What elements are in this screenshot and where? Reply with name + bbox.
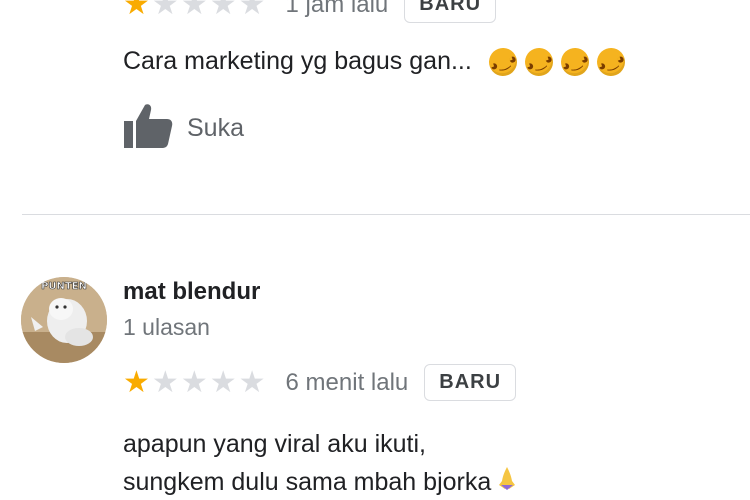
rolling-on-floor-laughing-icon: ◕‿◕: [556, 44, 593, 81]
like-label: Suka: [187, 114, 244, 142]
review-1-time: 1 jam lalu: [285, 0, 389, 18]
reviewer-avatar[interactable]: PUNTEN: [21, 277, 107, 363]
review-1-text-block: Cara marketing yg bagus gan... ◕‿◕ ◕‿◕ ◕…: [123, 42, 629, 81]
star-empty-icon: ★: [209, 365, 237, 399]
star-empty-icon: ★: [180, 0, 208, 21]
reviewer-name[interactable]: mat blendur: [123, 278, 260, 306]
reviewer-review-count[interactable]: 1 ulasan: [123, 314, 210, 341]
review-2-text-line-2: sungkem dulu sama mbah bjorka: [123, 468, 492, 496]
star-empty-icon: ★: [151, 365, 179, 399]
reviews-panel: ★ ★ ★ ★ ★ 1 jam lalu BARU Cara marketing…: [0, 0, 750, 500]
thumbs-up-icon: [123, 103, 173, 154]
star-filled-icon: ★: [123, 365, 150, 399]
rolling-on-floor-laughing-icon: ◕‿◕: [520, 44, 557, 81]
review-2-star-rating: ★ ★ ★ ★ ★: [123, 365, 266, 399]
rolling-on-floor-laughing-icon: ◕‿◕: [484, 44, 521, 81]
review-1-rating-row: ★ ★ ★ ★ ★ 1 jam lalu BARU: [123, 0, 497, 23]
folded-hands-icon: [497, 464, 517, 500]
review-1-star-rating: ★ ★ ★ ★ ★: [123, 0, 266, 20]
review-2-rating-row: ★ ★ ★ ★ ★ 6 menit lalu BARU: [123, 364, 517, 401]
star-empty-icon: ★: [151, 0, 179, 21]
star-empty-icon: ★: [238, 365, 266, 399]
star-empty-icon: ★: [238, 0, 266, 21]
review-2-text-line-2-block: sungkem dulu sama mbah bjorka: [123, 463, 517, 500]
review-1-text: Cara marketing yg bagus gan...: [123, 47, 472, 75]
review-2-new-badge: BARU: [424, 364, 517, 401]
review-2-text-line-1: apapun yang viral aku ikuti,: [123, 430, 426, 458]
star-empty-icon: ★: [180, 365, 208, 399]
review-2-time: 6 menit lalu: [285, 368, 409, 396]
review-1-like-button[interactable]: Suka: [123, 103, 244, 154]
review-divider: [22, 214, 750, 215]
rolling-on-floor-laughing-icon: ◕‿◕: [592, 44, 629, 81]
review-1-emoji-row: ◕‿◕ ◕‿◕ ◕‿◕ ◕‿◕: [484, 44, 629, 81]
star-filled-icon: ★: [123, 0, 150, 21]
avatar-caption: PUNTEN: [41, 281, 87, 292]
star-empty-icon: ★: [209, 0, 237, 21]
review-1-new-badge: BARU: [404, 0, 497, 23]
